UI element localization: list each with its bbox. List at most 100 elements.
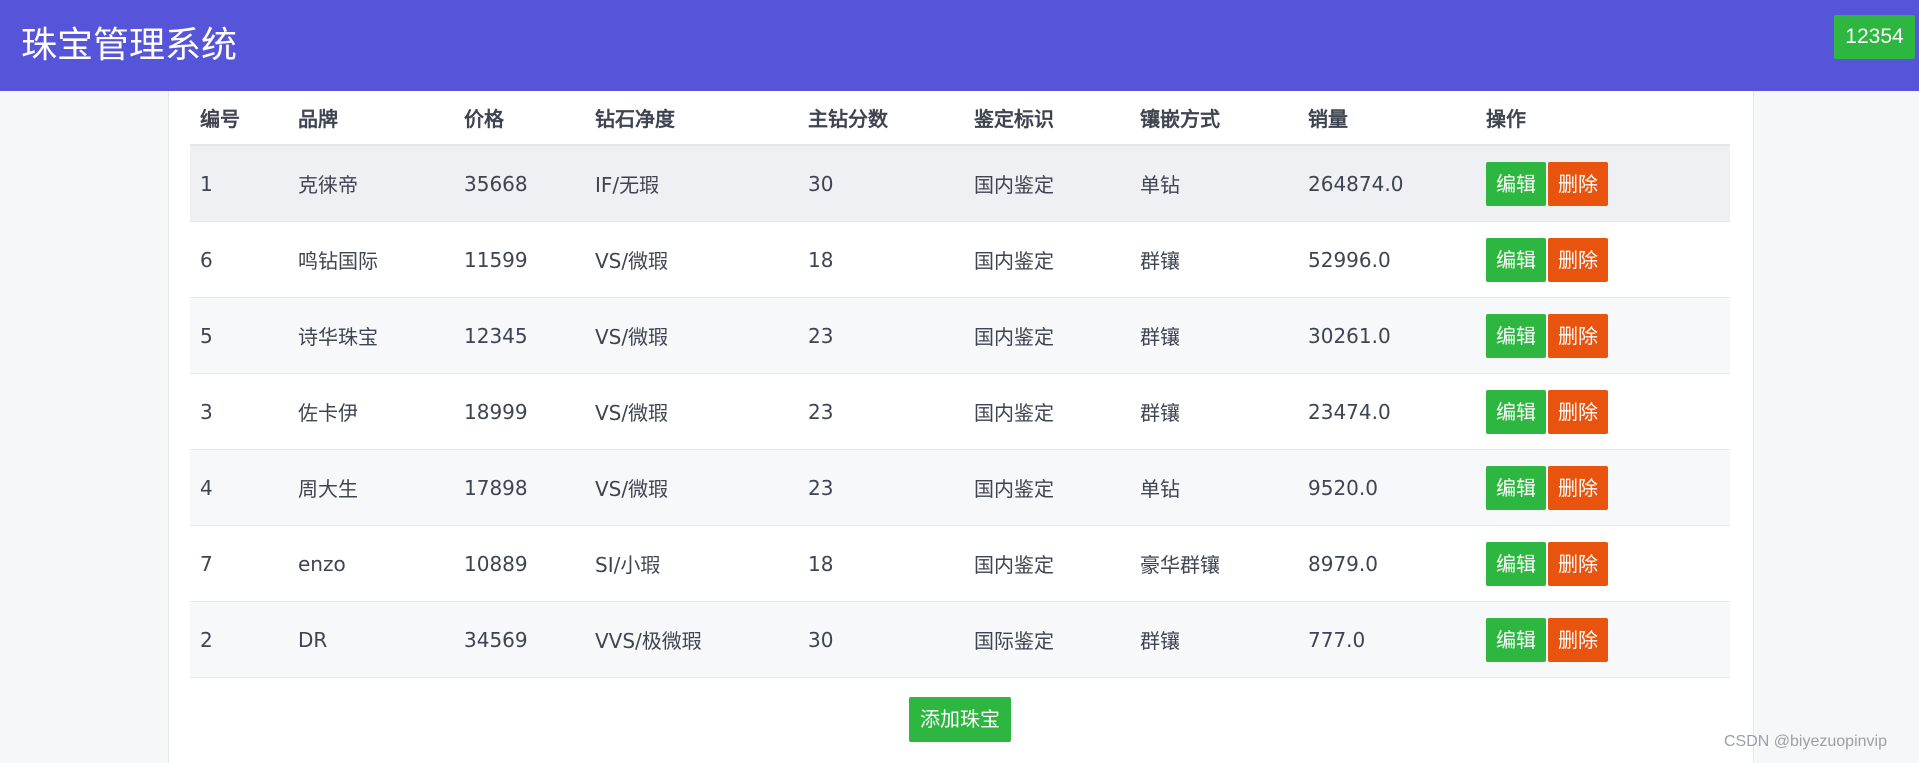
edit-button[interactable]: 编辑 — [1486, 465, 1546, 510]
col-certification-header: 鉴定标识 — [964, 91, 1130, 146]
cell-sales: 264874.0 — [1298, 145, 1476, 222]
cell-price: 12345 — [454, 297, 585, 374]
cell-carat: 30 — [798, 145, 964, 222]
app-header: 珠宝管理系统 12354 — [0, 0, 1919, 91]
delete-button[interactable]: 删除 — [1548, 389, 1608, 434]
cell-carat: 23 — [798, 449, 964, 526]
col-setting-header: 镶嵌方式 — [1130, 91, 1298, 146]
cell-clarity: VS/微瑕 — [585, 221, 798, 298]
cell-certification: 国内鉴定 — [964, 525, 1130, 602]
cell-setting: 单钻 — [1130, 449, 1298, 526]
cell-carat: 30 — [798, 601, 964, 678]
cell-carat: 18 — [798, 525, 964, 602]
delete-button[interactable]: 删除 — [1548, 313, 1608, 358]
cell-brand: 诗华珠宝 — [288, 297, 454, 374]
cell-setting: 豪华群镶 — [1130, 525, 1298, 602]
table-row: 3 佐卡伊 18999 VS/微瑕 23 国内鉴定 群镶 23474.0 编辑 删除 — [190, 373, 1730, 450]
edit-button[interactable]: 编辑 — [1486, 541, 1546, 586]
cell-setting: 群镶 — [1130, 297, 1298, 374]
cell-sales: 8979.0 — [1298, 525, 1476, 602]
col-sales-header: 销量 — [1298, 91, 1476, 146]
cell-id: 7 — [190, 525, 288, 602]
table-row: 1 克徕帝 35668 IF/无瑕 30 国内鉴定 单钻 264874.0 编辑 删除 — [190, 145, 1730, 222]
cell-brand: 鸣钻国际 — [288, 221, 454, 298]
table-row: 2 DR 34569 VVS/极微瑕 30 国际鉴定 群镶 777.0 编辑 删除 — [190, 601, 1730, 678]
cell-actions: 编辑 删除 — [1476, 373, 1730, 450]
cell-certification: 国内鉴定 — [964, 221, 1130, 298]
cell-certification: 国内鉴定 — [964, 145, 1130, 222]
table-header-row: 编号 品牌 价格 钻石净度 主钻分数 鉴定标识 镶嵌方式 销量 操作 — [190, 91, 1730, 146]
delete-button[interactable]: 删除 — [1548, 541, 1608, 586]
cell-actions: 编辑 删除 — [1476, 221, 1730, 298]
cell-actions: 编辑 删除 — [1476, 449, 1730, 526]
cell-id: 6 — [190, 221, 288, 298]
edit-button[interactable]: 编辑 — [1486, 389, 1546, 434]
table-row: 4 周大生 17898 VS/微瑕 23 国内鉴定 单钻 9520.0 编辑 删除 — [190, 449, 1730, 526]
cell-actions: 编辑 删除 — [1476, 145, 1730, 222]
cell-sales: 777.0 — [1298, 601, 1476, 678]
col-id-header: 编号 — [190, 91, 288, 146]
cell-price: 35668 — [454, 145, 585, 222]
cell-sales: 23474.0 — [1298, 373, 1476, 450]
cell-price: 10889 — [454, 525, 585, 602]
cell-certification: 国际鉴定 — [964, 601, 1130, 678]
cell-clarity: IF/无瑕 — [585, 145, 798, 222]
cell-brand: 佐卡伊 — [288, 373, 454, 450]
cell-price: 11599 — [454, 221, 585, 298]
user-badge[interactable]: 12354 — [1834, 15, 1915, 59]
cell-actions: 编辑 删除 — [1476, 601, 1730, 678]
cell-actions: 编辑 删除 — [1476, 297, 1730, 374]
cell-brand: 克徕帝 — [288, 145, 454, 222]
cell-brand: enzo — [288, 525, 454, 602]
cell-certification: 国内鉴定 — [964, 373, 1130, 450]
cell-clarity: VS/微瑕 — [585, 373, 798, 450]
cell-setting: 群镶 — [1130, 373, 1298, 450]
jewelry-table: 编号 品牌 价格 钻石净度 主钻分数 鉴定标识 镶嵌方式 销量 操作 1 克徕帝 3… — [190, 91, 1730, 678]
cell-price: 18999 — [454, 373, 585, 450]
delete-button[interactable]: 删除 — [1548, 237, 1608, 282]
table-row: 7 enzo 10889 SI/小瑕 18 国内鉴定 豪华群镶 8979.0 编辑 删除 — [190, 525, 1730, 602]
col-clarity-header: 钻石净度 — [585, 91, 798, 146]
col-carat-header: 主钻分数 — [798, 91, 964, 146]
content-panel: 编号 品牌 价格 钻石净度 主钻分数 鉴定标识 镶嵌方式 销量 操作 1 克徕帝 3… — [168, 91, 1754, 763]
edit-button[interactable]: 编辑 — [1486, 161, 1546, 206]
cell-clarity: VS/微瑕 — [585, 449, 798, 526]
edit-button[interactable]: 编辑 — [1486, 313, 1546, 358]
cell-id: 2 — [190, 601, 288, 678]
cell-setting: 单钻 — [1130, 145, 1298, 222]
cell-id: 5 — [190, 297, 288, 374]
col-actions-header: 操作 — [1476, 91, 1730, 146]
cell-id: 4 — [190, 449, 288, 526]
cell-setting: 群镶 — [1130, 601, 1298, 678]
delete-button[interactable]: 删除 — [1548, 161, 1608, 206]
app-title: 珠宝管理系统 — [21, 25, 238, 66]
cell-sales: 9520.0 — [1298, 449, 1476, 526]
cell-carat: 23 — [798, 373, 964, 450]
cell-id: 3 — [190, 373, 288, 450]
cell-certification: 国内鉴定 — [964, 449, 1130, 526]
cell-carat: 23 — [798, 297, 964, 374]
col-brand-header: 品牌 — [288, 91, 454, 146]
cell-price: 17898 — [454, 449, 585, 526]
edit-button[interactable]: 编辑 — [1486, 237, 1546, 282]
delete-button[interactable]: 删除 — [1548, 465, 1608, 510]
delete-button[interactable]: 删除 — [1548, 617, 1608, 662]
watermark: CSDN @biyezuopinvip — [1724, 733, 1887, 750]
cell-price: 34569 — [454, 601, 585, 678]
cell-actions: 编辑 删除 — [1476, 525, 1730, 602]
cell-carat: 18 — [798, 221, 964, 298]
cell-certification: 国内鉴定 — [964, 297, 1130, 374]
table-row: 6 鸣钻国际 11599 VS/微瑕 18 国内鉴定 群镶 52996.0 编辑 删除 — [190, 221, 1730, 298]
edit-button[interactable]: 编辑 — [1486, 617, 1546, 662]
cell-clarity: VVS/极微瑕 — [585, 601, 798, 678]
cell-id: 1 — [190, 145, 288, 222]
add-jewelry-button[interactable]: 添加珠宝 — [909, 697, 1011, 742]
cell-setting: 群镶 — [1130, 221, 1298, 298]
cell-sales: 52996.0 — [1298, 221, 1476, 298]
cell-clarity: SI/小瑕 — [585, 525, 798, 602]
cell-sales: 30261.0 — [1298, 297, 1476, 374]
cell-brand: DR — [288, 601, 454, 678]
cell-brand: 周大生 — [288, 449, 454, 526]
col-price-header: 价格 — [454, 91, 585, 146]
table-row: 5 诗华珠宝 12345 VS/微瑕 23 国内鉴定 群镶 30261.0 编辑 删除 — [190, 297, 1730, 374]
